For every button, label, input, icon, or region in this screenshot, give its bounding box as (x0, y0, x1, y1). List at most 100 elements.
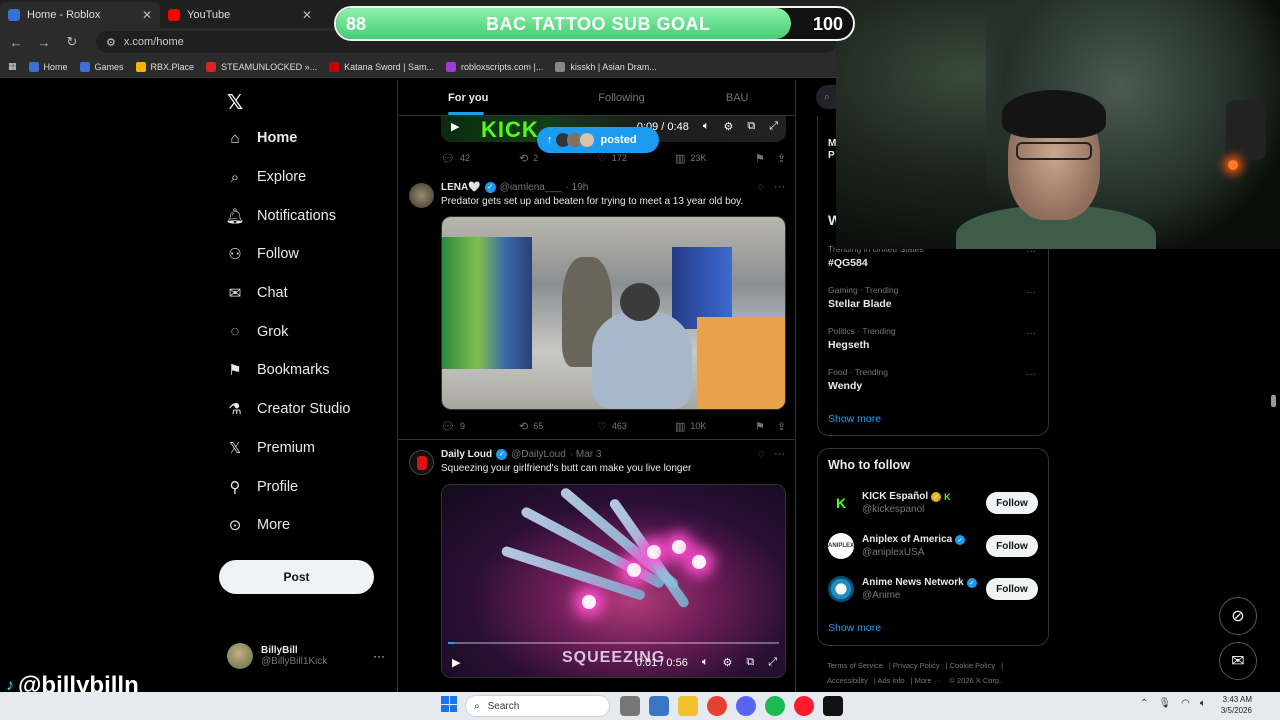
site-info-icon[interactable]: ⚙ (106, 36, 116, 49)
avatar[interactable] (409, 183, 434, 208)
grok-icon[interactable]: ◌ (757, 448, 764, 460)
microphone-icon[interactable]: 🎙︎ (1158, 698, 1171, 709)
account-switcher[interactable]: BillyBill @BillyBill1Kick ··· (227, 643, 385, 669)
tweet-time[interactable]: · Mar 3 (570, 449, 602, 460)
sidebar-item-chat[interactable]: ✉ Chat (226, 274, 351, 313)
chrome-icon[interactable] (707, 696, 727, 716)
browser-tab-youtube[interactable]: YouTube ✕ (160, 2, 320, 28)
sidebar-item-home[interactable]: ⌂ Home (226, 119, 351, 158)
repost-button[interactable]: ⟲ 65 (519, 420, 597, 433)
footer-link[interactable]: Terms of Service (827, 661, 883, 670)
bookmark-robloxscripts[interactable]: robloxscripts.com |... (446, 61, 543, 72)
sidebar-item-grok[interactable]: ◌ Grok (226, 312, 351, 351)
tweet[interactable]: LENA🤍 ✓ @iamlena___ · 19h ◌ ··· Predator … (398, 173, 795, 440)
tab-for-you[interactable]: For you (398, 80, 564, 115)
popout-icon[interactable]: ⧉ (746, 656, 754, 669)
taskbar-search-box[interactable]: ⌕ Search (465, 695, 610, 717)
settings-gear-icon[interactable]: ⚙ (722, 656, 732, 669)
views-button[interactable]: ▥ 10K (675, 420, 753, 433)
author-handle[interactable]: @iamlena___ (500, 182, 562, 193)
tweet[interactable]: Daily Loud ✓ @DailyLoud · Mar 3 ◌ ··· Squ… (398, 440, 795, 692)
page-scrollbar[interactable] (1271, 395, 1276, 407)
share-icon[interactable]: ⇪ (777, 420, 786, 433)
follow-button[interactable]: Follow (986, 535, 1038, 557)
settings-gear-icon[interactable]: ⚙ (723, 120, 733, 133)
bookmark-icon[interactable]: ⚑ (755, 420, 765, 433)
avatar[interactable] (409, 450, 434, 475)
sidebar-item-more[interactable]: ⊙ More (226, 506, 351, 545)
search-icon[interactable]: ⌕ (816, 85, 838, 109)
opera-icon[interactable] (794, 696, 814, 716)
trends-show-more-link[interactable]: Show more (828, 413, 881, 425)
grok-floating-button[interactable]: ⊘ (1219, 597, 1257, 635)
follow-suggestion[interactable]: K KICK Español ✓ K @kickespanol Follow (828, 486, 1038, 520)
fullscreen-icon[interactable]: ⤢ (769, 120, 778, 133)
play-icon[interactable]: ▶ (451, 120, 459, 133)
sidebar-item-explore[interactable]: ⌕ Explore (226, 158, 351, 197)
bookmark-steamunlocked[interactable]: STEAMUNLOCKED »... (206, 61, 317, 72)
more-dots-icon[interactable]: ··· (774, 181, 785, 193)
more-dots-icon[interactable]: ··· (1026, 369, 1036, 380)
spotify-icon[interactable] (765, 696, 785, 716)
trend-item[interactable]: Politics · Trending Hegseth ··· (828, 326, 1036, 366)
trend-item[interactable]: Gaming · Trending Stellar Blade ··· (828, 285, 1036, 325)
apps-grid-icon[interactable]: ▦ (8, 61, 17, 72)
browser-tab-roblox[interactable]: Home - Roblox ✕ (0, 2, 160, 28)
more-dots-icon[interactable]: ··· (1026, 287, 1036, 298)
follow-button[interactable]: Follow (986, 492, 1038, 514)
video-progress-bar[interactable] (448, 642, 779, 644)
sidebar-item-creator-studio[interactable]: ⚗ Creator Studio (226, 390, 350, 429)
follow-suggestion[interactable]: ANIPLEX Aniplex of America ✓ @aniplexUSA … (828, 529, 1038, 563)
tweet-time[interactable]: · 19h (566, 182, 589, 193)
like-button[interactable]: ♡ 463 (597, 420, 675, 433)
author-handle[interactable]: @DailyLoud (511, 449, 566, 460)
footer-link[interactable]: Accessibility (827, 676, 868, 685)
back-arrow-icon[interactable]: ← (8, 35, 24, 50)
post-button[interactable]: Post (219, 560, 374, 594)
mute-icon[interactable]: 🔈︎ (702, 656, 709, 669)
kick-app-icon[interactable] (823, 696, 843, 716)
sidebar-item-follow[interactable]: ⚇ Follow (226, 235, 351, 274)
tab-bau[interactable]: BAU (679, 80, 795, 115)
sidebar-item-premium[interactable]: 𝕏 Premium (226, 429, 351, 468)
taskbar-clock[interactable]: 3:43 AM 3/5/2026 (1216, 694, 1252, 716)
reply-button[interactable]: 💬︎ 42 (441, 152, 519, 165)
sidebar-item-notifications[interactable]: 🔔︎ Notifications (225, 196, 351, 235)
discord-icon[interactable] (736, 696, 756, 716)
windows-start-icon[interactable] (441, 696, 457, 712)
trend-item[interactable]: Trending in United States #QG584 ··· (828, 244, 1036, 284)
author-name[interactable]: LENA🤍 (441, 182, 481, 193)
mouse-app-icon[interactable] (620, 696, 640, 716)
x-logo-icon[interactable]: 𝕏 (227, 90, 243, 115)
bookmark-games[interactable]: Games (79, 61, 124, 72)
bookmark-icon[interactable]: ⚑ (755, 152, 765, 165)
more-dots-icon[interactable]: ··· (1026, 328, 1036, 339)
author-name[interactable]: Daily Loud (441, 449, 492, 460)
tweet-video[interactable]: SQUEEZING ▶ 0:01 / 0:56 🔈︎ ⚙ ⧉ ⤢ (441, 484, 786, 678)
footer-link[interactable]: Ads info (877, 676, 904, 685)
messages-floating-button[interactable]: ✉ (1219, 642, 1257, 680)
footer-link[interactable]: Privacy Policy (893, 661, 940, 670)
bookmark-katana[interactable]: Katana Sword | Sam... (329, 61, 434, 72)
views-button[interactable]: ▥ 23K (675, 152, 753, 165)
bookmark-home[interactable]: Home (28, 61, 68, 72)
new-posts-pill[interactable]: ↑ posted (537, 127, 659, 153)
trend-item[interactable]: Food · Trending Wendy ··· (828, 367, 1036, 407)
share-icon[interactable]: ⇪ (777, 152, 786, 165)
store-app-icon[interactable] (649, 696, 669, 716)
popout-icon[interactable]: ⧉ (747, 120, 755, 133)
tab-following[interactable]: Following (564, 80, 680, 115)
volume-icon[interactable]: 🔈︎ (1200, 698, 1206, 709)
follow-suggestion[interactable]: Anime News Network ✓ @Anime Follow (828, 572, 1038, 606)
reload-icon[interactable]: ↻ (64, 34, 80, 50)
footer-link[interactable]: Cookie Policy (950, 661, 995, 670)
sidebar-item-bookmarks[interactable]: ⚑ Bookmarks (226, 351, 351, 390)
chevron-up-icon[interactable]: ⌃ (1140, 698, 1148, 709)
mute-icon[interactable]: 🔈︎ (703, 120, 710, 133)
wifi-icon[interactable]: ◠ (1181, 698, 1190, 709)
grok-icon[interactable]: ◌ (757, 181, 764, 193)
play-icon[interactable]: ▶ (452, 656, 460, 669)
close-tab-icon[interactable]: ✕ (302, 8, 312, 22)
more-dots-icon[interactable]: ··· (774, 448, 785, 460)
close-tab-icon[interactable]: ✕ (142, 8, 152, 22)
